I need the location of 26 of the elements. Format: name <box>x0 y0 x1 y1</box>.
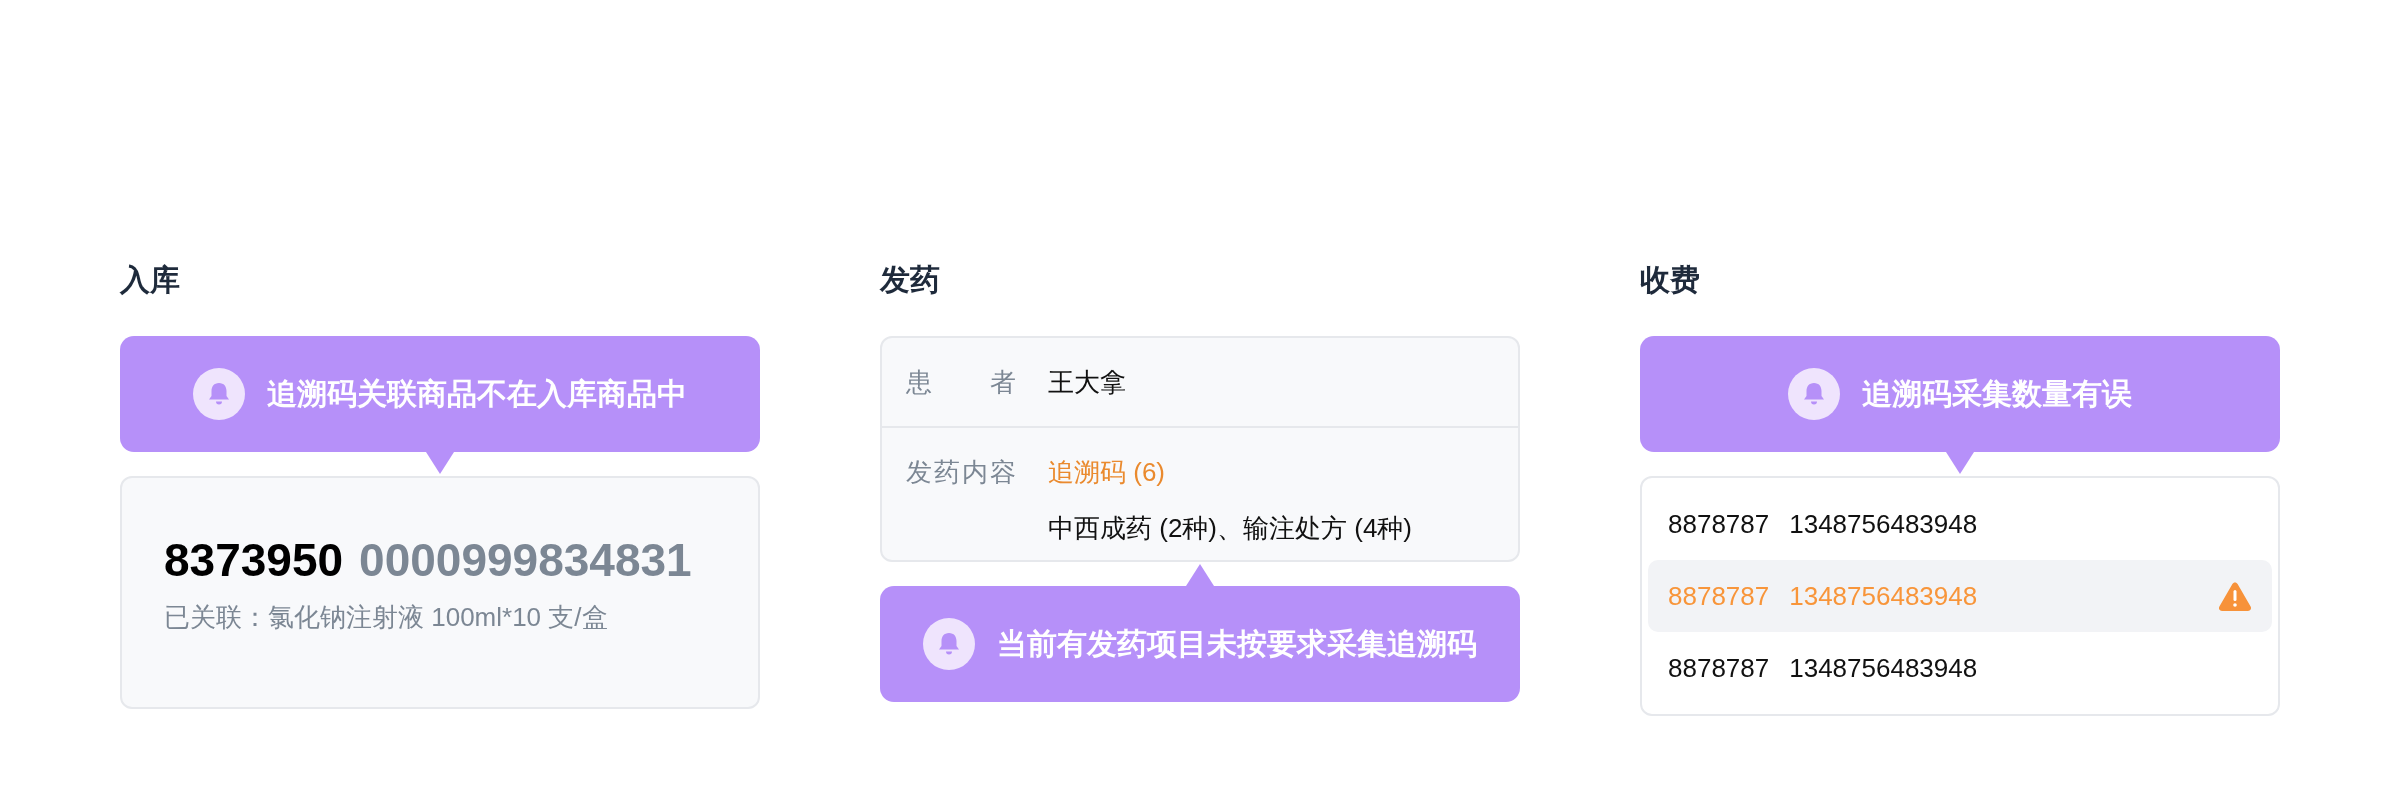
code-prefix: 8373950 <box>164 533 344 588</box>
section-title: 发药 <box>880 262 941 298</box>
alert-text: 追溯码采集数量有误 <box>1862 375 2132 412</box>
section-title: 入库 <box>120 262 181 298</box>
alert-text: 追溯码关联商品不在入库商品中 <box>267 375 687 412</box>
field-value: 追溯码 (6) <box>1048 456 1166 489</box>
code-number: 1348756483948 <box>1789 508 1978 540</box>
section-title: 收费 <box>1640 262 1701 298</box>
alert-text: 当前有发药项目未按要求采集追溯码 <box>997 625 1477 662</box>
code-row[interactable]: 8878787 1348756483948 <box>1648 488 2272 560</box>
bell-icon <box>1788 368 1840 420</box>
field-value: 中西成药 (2种)、输注处方 (4种) <box>1048 512 1412 545</box>
code-prefix: 8878787 <box>1668 652 1770 684</box>
field-value: 王大拿 <box>1048 366 1126 399</box>
field-label: 发药内容 <box>906 456 1016 489</box>
bell-icon <box>193 368 245 420</box>
code-number: 0000999834831 <box>359 533 692 588</box>
code-number: 1348756483948 <box>1789 652 1978 684</box>
code-prefix: 8878787 <box>1668 580 1770 612</box>
code-row[interactable]: 8878787 1348756483948 <box>1648 632 2272 704</box>
code-prefix: 8878787 <box>1668 508 1770 540</box>
linked-product: 已关联：氯化钠注射液 100ml*10 支/盒 <box>164 601 609 634</box>
code-number: 1348756483948 <box>1789 580 1978 612</box>
field-label: 患者 <box>906 366 1016 399</box>
warning-icon <box>2218 581 2252 611</box>
bell-icon <box>923 618 975 670</box>
